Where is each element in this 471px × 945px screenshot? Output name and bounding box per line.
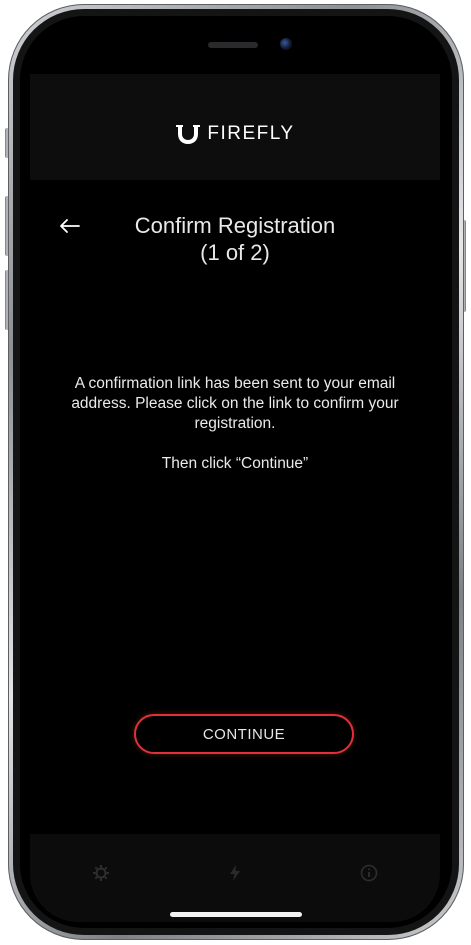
page-title-main: Confirm Registration: [134, 213, 336, 238]
firefly-logo-icon: [176, 125, 201, 144]
speaker-grille: [208, 42, 258, 48]
app-header: FIREFLY: [30, 74, 440, 180]
device-mockup: FIREFLY Confirm Registration (1 of 2) A …: [0, 0, 471, 945]
confirmation-message: A confirmation link has been sent to you…: [70, 374, 400, 474]
bottom-nav: [30, 834, 440, 922]
page-title: Confirm Registration (1 of 2): [30, 212, 440, 266]
confirmation-message-instruction: Then click “Continue”: [161, 455, 309, 472]
continue-button[interactable]: CONTINUE: [134, 714, 354, 754]
gear-icon[interactable]: [92, 864, 110, 882]
info-icon[interactable]: [360, 864, 378, 882]
brand-name: FIREFLY: [207, 123, 295, 144]
front-camera: [280, 38, 292, 50]
confirmation-message-body: A confirmation link has been sent to you…: [71, 375, 399, 432]
notch: [128, 22, 342, 72]
home-indicator[interactable]: [170, 912, 302, 917]
app-screen: FIREFLY Confirm Registration (1 of 2) A …: [30, 22, 440, 922]
page-title-step: (1 of 2): [200, 240, 270, 265]
lightning-icon[interactable]: [226, 864, 244, 882]
brand-logo: FIREFLY: [175, 123, 294, 145]
